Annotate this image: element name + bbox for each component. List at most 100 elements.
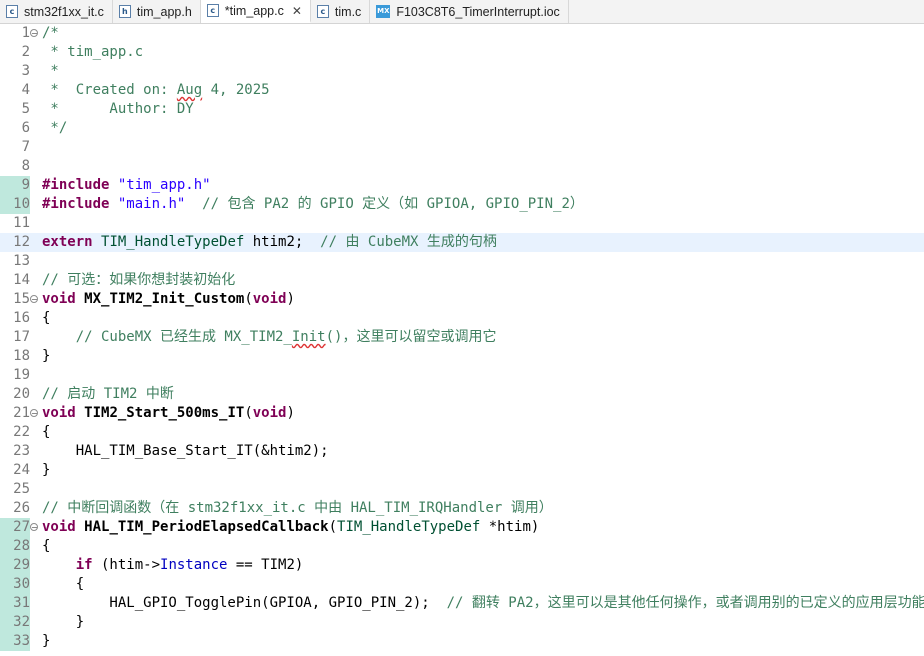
- code-line[interactable]: 19: [0, 366, 924, 385]
- code-line[interactable]: 15− void MX_TIM2_Init_Custom(void): [0, 290, 924, 309]
- code-text: }: [42, 347, 50, 366]
- tab-4[interactable]: MX F103C8T6_TimerInterrupt.ioc: [370, 0, 569, 23]
- code-line[interactable]: 18}: [0, 347, 924, 366]
- line-number: 9: [0, 176, 30, 195]
- code-token: == TIM2): [227, 557, 304, 573]
- code-text: }: [42, 632, 50, 651]
- code-line[interactable]: 26 // 中断回调函数（在 stm32f1xx_it.c 中由 HAL_TIM_…: [0, 499, 924, 518]
- code-editor[interactable]: 1−/* 2 * tim_app.c 3 * 4 * Created on: Aug …: [0, 24, 924, 656]
- code-text: }: [42, 461, 50, 480]
- code-text: void HAL_TIM_PeriodElapsedCallback(TIM_H…: [42, 518, 539, 537]
- code-token: TIM_HandleTypeDef: [337, 519, 481, 535]
- line-number: 27: [0, 518, 30, 537]
- code-line[interactable]: 9 #include "tim_app.h": [0, 176, 924, 195]
- code-token: ): [286, 405, 295, 421]
- line-number: 25: [13, 481, 30, 497]
- fold-collapse-icon[interactable]: −: [30, 29, 38, 38]
- line-number: 7: [21, 139, 30, 155]
- code-line[interactable]: 24}: [0, 461, 924, 480]
- line-number: 8: [21, 158, 30, 174]
- code-token: * Created on:: [42, 82, 177, 98]
- code-token: // 包含 PA2 的 GPIO 定义（如 GPIOA, GPIO_PIN_2）: [185, 196, 584, 212]
- tab-label: tim.c: [334, 4, 362, 19]
- tab-label: F103C8T6_TimerInterrupt.ioc: [396, 4, 560, 19]
- code-line[interactable]: 22 {: [0, 423, 924, 442]
- code-line[interactable]: 14 // 可选：如果你想封装初始化: [0, 271, 924, 290]
- tab-0[interactable]: c stm32f1xx_it.c: [0, 0, 113, 23]
- code-token: *: [42, 63, 59, 79]
- code-line[interactable]: 21− void TIM2_Start_500ms_IT(void): [0, 404, 924, 423]
- code-text: * Created on: Aug 4, 2025: [42, 81, 269, 100]
- code-text: HAL_TIM_Base_Start_IT(&htim2);: [42, 442, 329, 461]
- code-line[interactable]: 12 extern TIM_HandleTypeDef htim2; // 由 C…: [0, 233, 924, 252]
- line-number: 22: [13, 424, 30, 440]
- code-text: extern TIM_HandleTypeDef htim2; // 由 Cub…: [42, 233, 497, 252]
- code-text: *: [42, 62, 59, 81]
- line-number: 16: [13, 310, 30, 326]
- code-line[interactable]: 4 * Created on: Aug 4, 2025: [0, 81, 924, 100]
- code-line[interactable]: 31 HAL_GPIO_TogglePin(GPIOA, GPIO_PIN_2)…: [0, 594, 924, 613]
- fold-collapse-icon[interactable]: −: [30, 523, 38, 532]
- code-line[interactable]: 7: [0, 138, 924, 157]
- code-line[interactable]: 11: [0, 214, 924, 233]
- code-text: #include "main.h" // 包含 PA2 的 GPIO 定义（如 …: [42, 195, 584, 214]
- code-token: // 翻转 PA2，这里可以是其他任何操作，或者调用别的已定义的应用层功能函数: [446, 595, 924, 611]
- tab-label: tim_app.h: [136, 4, 192, 19]
- code-line[interactable]: 28 {: [0, 537, 924, 556]
- code-line[interactable]: 1−/*: [0, 24, 924, 43]
- fold-collapse-icon[interactable]: −: [30, 409, 38, 418]
- fold-collapse-icon[interactable]: −: [30, 295, 38, 304]
- code-line[interactable]: 13: [0, 252, 924, 271]
- code-line[interactable]: 16 {: [0, 309, 924, 328]
- line-number: 28: [0, 537, 30, 556]
- code-line[interactable]: 8: [0, 157, 924, 176]
- code-text: if (htim->Instance == TIM2): [42, 556, 304, 575]
- tab-2[interactable]: c *tim_app.c ✕: [200, 0, 311, 23]
- code-line[interactable]: 29 if (htim->Instance == TIM2): [0, 556, 924, 575]
- code-token: HAL_TIM_Base_Start_IT(&htim2);: [42, 443, 329, 459]
- code-text: // 可选：如果你想封装初始化: [42, 271, 235, 290]
- code-token: TIM_HandleTypeDef: [101, 234, 245, 250]
- code-line[interactable]: 17 // CubeMX 已经生成 MX_TIM2_Init()，这里可以留空或…: [0, 328, 924, 347]
- code-token: * tim_app.c: [42, 44, 144, 60]
- code-token: }: [42, 614, 85, 630]
- code-token: void: [42, 291, 76, 307]
- line-number: 29: [0, 556, 30, 575]
- line-number: 33: [0, 632, 30, 651]
- code-token: }: [42, 633, 51, 649]
- close-icon[interactable]: ✕: [292, 4, 302, 18]
- code-line[interactable]: 2 * tim_app.c: [0, 43, 924, 62]
- code-line[interactable]: 5 * Author: DY: [0, 100, 924, 119]
- line-number: 12: [13, 234, 30, 250]
- h-file-icon: h: [118, 5, 131, 18]
- code-line[interactable]: 33}: [0, 632, 924, 651]
- code-token: (htim->: [92, 557, 161, 573]
- tab-1[interactable]: h tim_app.h: [113, 0, 201, 23]
- code-text: void MX_TIM2_Init_Custom(void): [42, 290, 295, 309]
- line-number: 31: [0, 594, 30, 613]
- code-line[interactable]: 32 }: [0, 613, 924, 632]
- line-number: 1: [21, 25, 30, 41]
- line-number: 20: [13, 386, 30, 402]
- code-line[interactable]: 27− void HAL_TIM_PeriodElapsedCallback(TI…: [0, 518, 924, 537]
- tab-3[interactable]: c tim.c: [311, 0, 371, 23]
- code-token: * Author: DY: [42, 101, 194, 117]
- code-token: TIM2_Start_500ms_IT: [84, 405, 245, 421]
- code-line[interactable]: 30 {: [0, 575, 924, 594]
- code-line[interactable]: 25: [0, 480, 924, 499]
- line-number: 23: [13, 443, 30, 459]
- code-text: #include "tim_app.h": [42, 176, 211, 195]
- code-token: Aug: [176, 82, 203, 98]
- code-line[interactable]: 6 */: [0, 119, 924, 138]
- code-line[interactable]: 23 HAL_TIM_Base_Start_IT(&htim2);: [0, 442, 924, 461]
- line-number: 6: [21, 120, 30, 136]
- code-text: void TIM2_Start_500ms_IT(void): [42, 404, 295, 423]
- line-number: 10: [0, 195, 30, 214]
- code-line[interactable]: 20 // 启动 TIM2 中断: [0, 385, 924, 404]
- code-line[interactable]: 3 *: [0, 62, 924, 81]
- code-token: // 由 CubeMX 生成的句柄: [320, 234, 497, 250]
- code-line[interactable]: 10 #include "main.h" // 包含 PA2 的 GPIO 定义（…: [0, 195, 924, 214]
